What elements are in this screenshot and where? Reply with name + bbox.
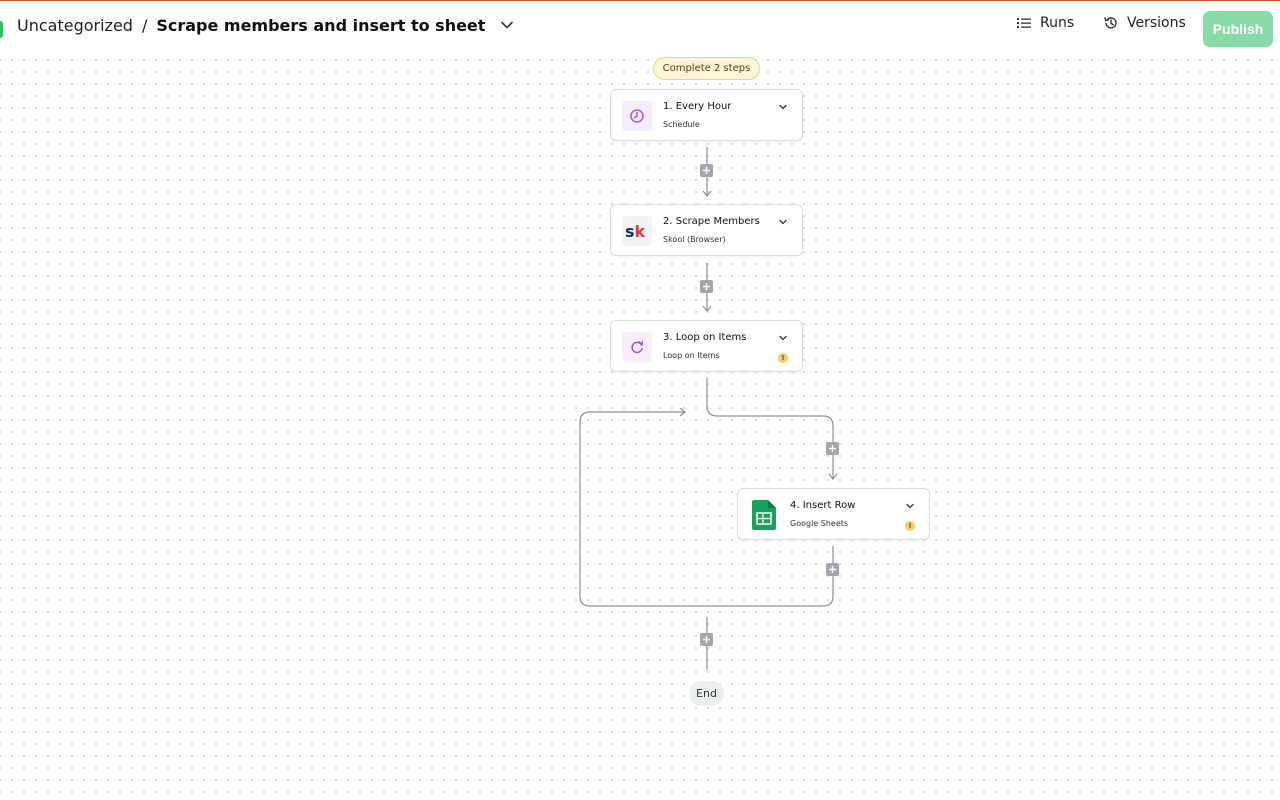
add-step-button[interactable] (700, 280, 713, 293)
plus-icon (829, 566, 836, 573)
step-subtitle: Skool (Browser) (663, 235, 726, 244)
step-title: 3. Loop on Items (663, 332, 747, 343)
skool-logo-icon: sk (622, 216, 652, 246)
warning-icon: ! (778, 353, 788, 363)
schedule-clock-icon (622, 101, 652, 131)
plus-icon (703, 283, 710, 290)
google-sheets-icon (749, 500, 779, 530)
step-title: 1. Every Hour (663, 101, 732, 112)
warning-icon: ! (905, 521, 915, 531)
plus-icon (829, 445, 836, 452)
add-step-button[interactable] (700, 164, 713, 177)
loop-icon (622, 332, 652, 362)
add-step-button[interactable] (826, 442, 839, 455)
step-title: 2. Scrape Members (663, 216, 760, 227)
plus-icon (703, 167, 710, 174)
step-subtitle: Loop on Items (663, 351, 720, 360)
step-subtitle: Schedule (663, 120, 700, 129)
chevron-down-icon[interactable] (905, 501, 915, 511)
chevron-down-icon[interactable] (778, 333, 788, 343)
step-card-every-hour[interactable]: 1. Every Hour Schedule (610, 89, 803, 141)
step-card-insert-row[interactable]: 4. Insert Row Google Sheets ! (737, 488, 930, 540)
plus-icon (703, 636, 710, 643)
complete-steps-badge[interactable]: Complete 2 steps (653, 57, 760, 80)
step-card-loop-on-items[interactable]: 3. Loop on Items Loop on Items ! (610, 320, 803, 372)
step-card-scrape-members[interactable]: sk 2. Scrape Members Skool (Browser) (610, 204, 803, 256)
end-node: End (689, 681, 724, 706)
step-subtitle: Google Sheets (790, 519, 849, 528)
step-title: 4. Insert Row (790, 500, 856, 511)
svg-text:sk: sk (625, 222, 646, 240)
chevron-down-icon[interactable] (778, 102, 788, 112)
chevron-down-icon[interactable] (778, 217, 788, 227)
add-step-button[interactable] (826, 563, 839, 576)
add-step-button[interactable] (700, 633, 713, 646)
